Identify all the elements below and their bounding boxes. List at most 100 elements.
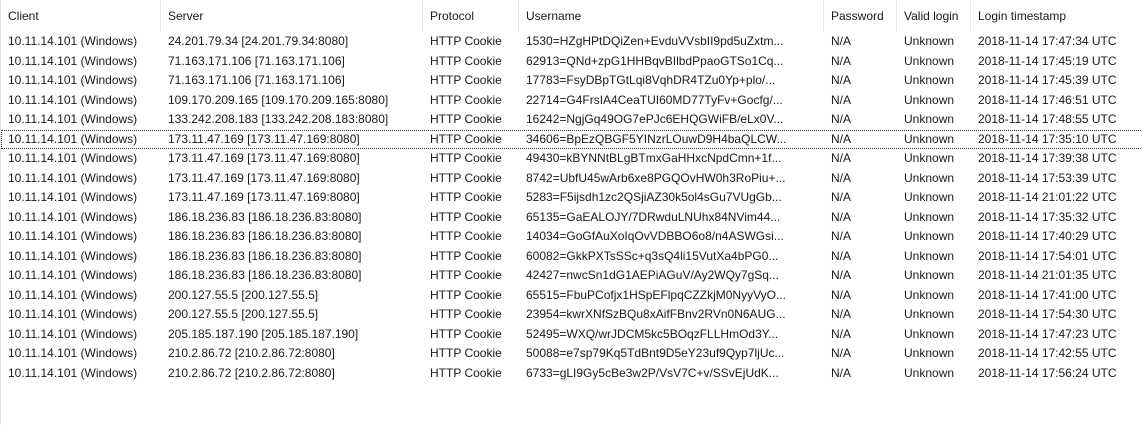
client-cell: 10.11.14.101 (Windows)	[8, 326, 138, 341]
username-cell: 23954=kwrXNfSzBQu8xAifFBnv2RVn0N6AUG...	[526, 307, 786, 321]
client-cell: 10.11.14.101 (Windows)	[8, 53, 138, 68]
valid-login-cell: Unknown	[904, 248, 955, 263]
password-cell: N/A	[831, 346, 852, 360]
username-cell: 52495=WXQ/wrJDCM5kc5BOqzFLLHmOd3Y...	[526, 326, 779, 341]
server-cell: 186.18.236.83 [186.18.236.83:8080]	[168, 248, 362, 263]
username-cell: 5283=F5ijsdh1zc2QSjiAZ30k5ol4sGu7VUgGb..…	[526, 190, 782, 204]
password-cell: N/A	[831, 170, 852, 185]
server-cell: 186.18.236.83 [186.18.236.83:8080]	[168, 268, 362, 282]
username-cell: 65515=FbuPCofjx1HSpEFlpqCZZkjM0NyyVyO...	[526, 287, 786, 302]
column-header-client[interactable]: Client	[1, 0, 161, 32]
client-cell: 10.11.14.101 (Windows)	[8, 209, 138, 224]
login-timestamp-cell: 2018-11-14 17:35:10 UTC	[978, 131, 1117, 146]
protocol-cell: HTTP Cookie	[430, 73, 502, 87]
protocol-cell: HTTP Cookie	[430, 53, 502, 68]
server-cell: 133.242.208.183 [133.242.208.183:8080]	[168, 112, 389, 126]
table-row[interactable]: 10.11.14.101 (Windows) 173.11.47.169 [173…	[1, 129, 1142, 149]
client-cell: 10.11.14.101 (Windows)	[8, 34, 138, 48]
table-row[interactable]: 10.11.14.101 (Windows) 186.18.236.83 [186…	[1, 208, 1142, 228]
login-timestamp-cell: 2018-11-14 17:39:38 UTC	[978, 151, 1117, 165]
username-cell: 65135=GaEALOJY/7DRwduLNUhx84NVim44...	[526, 209, 781, 224]
column-header-login-timestamp[interactable]: Login timestamp	[971, 0, 1142, 32]
credentials-list-view[interactable]: Client Server Protocol Username Password…	[0, 0, 1142, 425]
table-row[interactable]: 10.11.14.101 (Windows) 210.2.86.72 [210.2…	[1, 344, 1142, 364]
login-timestamp-cell: 2018-11-14 17:40:29 UTC	[978, 229, 1117, 243]
table-row[interactable]: 10.11.14.101 (Windows) 186.18.236.83 [186…	[1, 247, 1142, 267]
table-row[interactable]: 10.11.14.101 (Windows) 24.201.79.34 [24.2…	[1, 32, 1142, 52]
table-row[interactable]: 10.11.14.101 (Windows) 173.11.47.169 [173…	[1, 149, 1142, 169]
login-timestamp-cell: 2018-11-14 21:01:22 UTC	[978, 190, 1117, 204]
server-cell: 186.18.236.83 [186.18.236.83:8080]	[168, 229, 362, 243]
table-row[interactable]: 10.11.14.101 (Windows) 205.185.187.190 [2…	[1, 325, 1142, 345]
password-cell: N/A	[831, 209, 852, 224]
login-timestamp-cell: 2018-11-14 17:41:00 UTC	[978, 287, 1117, 302]
username-cell: 6733=gLI9Gy5cBe3w2P/VsV7C+v/SSvEjUdK...	[526, 365, 779, 380]
list-header: Client Server Protocol Username Password…	[1, 0, 1142, 32]
login-timestamp-cell: 2018-11-14 21:01:35 UTC	[978, 268, 1117, 282]
server-cell: 210.2.86.72 [210.2.86.72:8080]	[168, 346, 335, 360]
protocol-cell: HTTP Cookie	[430, 190, 502, 204]
protocol-cell: HTTP Cookie	[430, 34, 502, 48]
client-cell: 10.11.14.101 (Windows)	[8, 92, 138, 107]
password-cell: N/A	[831, 34, 852, 48]
client-cell: 10.11.14.101 (Windows)	[8, 287, 138, 302]
login-timestamp-cell: 2018-11-14 17:45:39 UTC	[978, 73, 1117, 87]
server-cell: 200.127.55.5 [200.127.55.5]	[168, 307, 319, 321]
login-timestamp-cell: 2018-11-14 17:46:51 UTC	[978, 92, 1117, 107]
list-rows: 10.11.14.101 (Windows) 24.201.79.34 [24.2…	[1, 32, 1142, 383]
table-row[interactable]: 10.11.14.101 (Windows) 109.170.209.165 [1…	[1, 91, 1142, 111]
protocol-cell: HTTP Cookie	[430, 209, 502, 224]
protocol-cell: HTTP Cookie	[430, 131, 502, 146]
table-row[interactable]: 10.11.14.101 (Windows) 186.18.236.83 [186…	[1, 227, 1142, 247]
column-header-password[interactable]: Password	[824, 0, 897, 32]
password-cell: N/A	[831, 248, 852, 263]
table-row[interactable]: 10.11.14.101 (Windows) 71.163.171.106 [71…	[1, 52, 1142, 72]
username-cell: 17783=FsyDBpTGtLqi8VqhDR4TZu0Yp+plo/...	[526, 73, 776, 87]
valid-login-cell: Unknown	[904, 53, 955, 68]
table-row[interactable]: 10.11.14.101 (Windows) 200.127.55.5 [200.…	[1, 305, 1142, 325]
table-row[interactable]: 10.11.14.101 (Windows) 200.127.55.5 [200.…	[1, 286, 1142, 306]
protocol-cell: HTTP Cookie	[430, 268, 502, 282]
login-timestamp-cell: 2018-11-14 17:47:34 UTC	[978, 34, 1117, 48]
login-timestamp-cell: 2018-11-14 17:45:19 UTC	[978, 53, 1117, 68]
table-row[interactable]: 10.11.14.101 (Windows) 173.11.47.169 [173…	[1, 188, 1142, 208]
protocol-cell: HTTP Cookie	[430, 326, 502, 341]
server-cell: 200.127.55.5 [200.127.55.5]	[168, 287, 319, 302]
client-cell: 10.11.14.101 (Windows)	[8, 112, 138, 126]
server-cell: 186.18.236.83 [186.18.236.83:8080]	[168, 209, 362, 224]
valid-login-cell: Unknown	[904, 92, 955, 107]
protocol-cell: HTTP Cookie	[430, 346, 502, 360]
username-cell: 49430=kBYNNtBLgBTmxGaHHxcNpdCmn+1f...	[526, 151, 782, 165]
username-cell: 16242=NgjGq49OG7ePJc6EHQGWiFB/eLx0V...	[526, 112, 784, 126]
column-header-username[interactable]: Username	[519, 0, 824, 32]
password-cell: N/A	[831, 53, 852, 68]
client-cell: 10.11.14.101 (Windows)	[8, 73, 138, 87]
column-header-valid-login[interactable]: Valid login	[897, 0, 971, 32]
table-row[interactable]: 10.11.14.101 (Windows) 133.242.208.183 [1…	[1, 110, 1142, 130]
password-cell: N/A	[831, 73, 852, 87]
valid-login-cell: Unknown	[904, 346, 955, 360]
login-timestamp-cell: 2018-11-14 17:48:55 UTC	[978, 112, 1117, 126]
username-cell: 60082=GkkPXTsSSc+q3sQ4li15VutXa4bPG0...	[526, 248, 779, 263]
valid-login-cell: Unknown	[904, 287, 955, 302]
password-cell: N/A	[831, 307, 852, 321]
server-cell: 71.163.171.106 [71.163.171.106]	[168, 73, 345, 87]
login-timestamp-cell: 2018-11-14 17:35:32 UTC	[978, 209, 1117, 224]
valid-login-cell: Unknown	[904, 73, 955, 87]
username-cell: 22714=G4FrsIA4CeaTUI60MD77TyFv+Gocfg/...	[526, 92, 783, 107]
server-cell: 173.11.47.169 [173.11.47.169:8080]	[168, 170, 360, 185]
table-row[interactable]: 10.11.14.101 (Windows) 186.18.236.83 [186…	[1, 266, 1142, 286]
table-row[interactable]: 10.11.14.101 (Windows) 173.11.47.169 [173…	[1, 169, 1142, 189]
protocol-cell: HTTP Cookie	[430, 92, 502, 107]
column-header-protocol[interactable]: Protocol	[423, 0, 519, 32]
table-row[interactable]: 10.11.14.101 (Windows) 71.163.171.106 [71…	[1, 71, 1142, 91]
client-cell: 10.11.14.101 (Windows)	[8, 190, 138, 204]
table-row[interactable]: 10.11.14.101 (Windows) 210.2.86.72 [210.2…	[1, 364, 1142, 384]
password-cell: N/A	[831, 190, 852, 204]
valid-login-cell: Unknown	[904, 209, 955, 224]
login-timestamp-cell: 2018-11-14 17:56:24 UTC	[978, 365, 1117, 380]
column-header-server[interactable]: Server	[161, 0, 423, 32]
login-timestamp-cell: 2018-11-14 17:54:30 UTC	[978, 307, 1117, 321]
client-cell: 10.11.14.101 (Windows)	[8, 248, 138, 263]
protocol-cell: HTTP Cookie	[430, 170, 502, 185]
